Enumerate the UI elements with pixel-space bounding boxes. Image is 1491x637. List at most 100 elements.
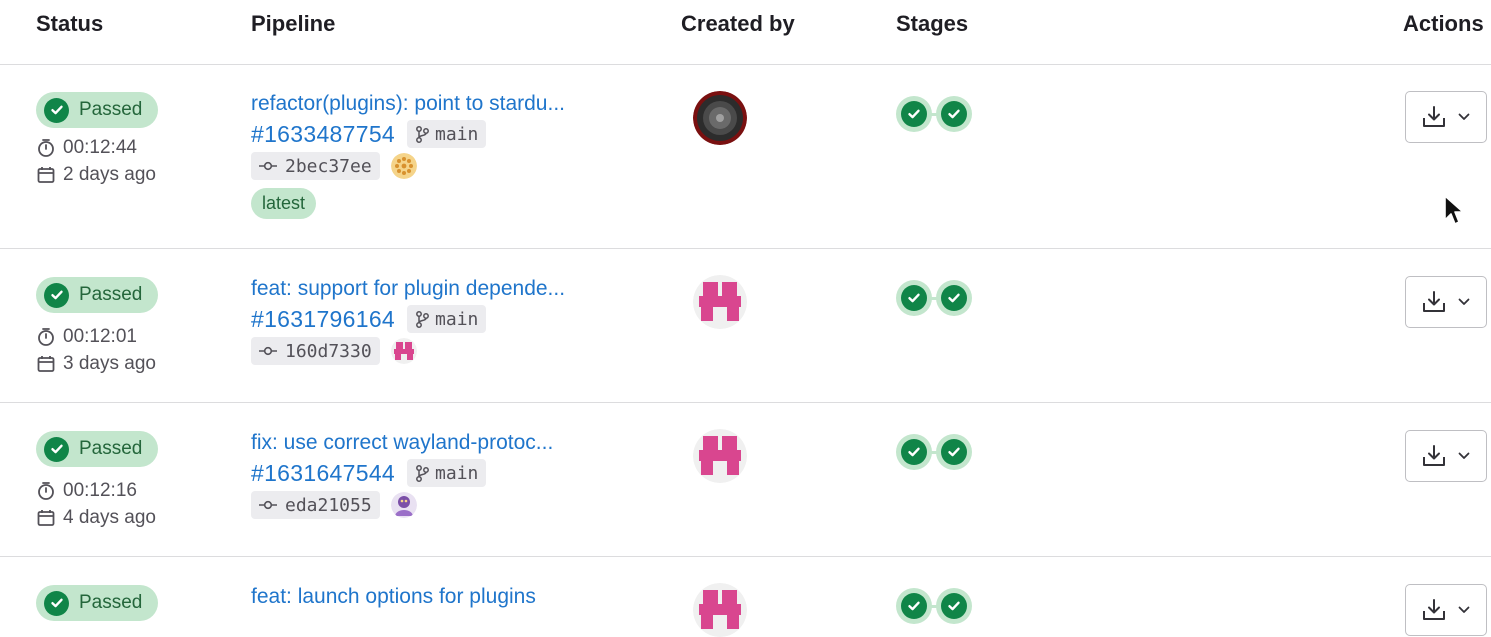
branch-ref[interactable]: main xyxy=(407,305,487,333)
finished-time: 3 days ago xyxy=(36,353,158,374)
check-circle-icon xyxy=(44,590,69,616)
calendar-icon xyxy=(36,354,58,374)
duration: 00:12:16 xyxy=(36,480,158,501)
branch-ref[interactable]: main xyxy=(407,120,487,148)
status-cell: Passed 00:12:44 2 days ago xyxy=(36,92,159,185)
calendar-icon xyxy=(36,508,58,528)
stage-passed-icon[interactable] xyxy=(896,434,932,470)
stage-passed-icon[interactable] xyxy=(936,434,972,470)
commit-icon xyxy=(259,499,277,511)
pink-identicon-avatar-icon[interactable] xyxy=(693,583,747,637)
duration-text: 00:12:16 xyxy=(63,480,137,501)
stage-passed-icon[interactable] xyxy=(896,96,932,132)
duration: 00:12:01 xyxy=(36,326,158,347)
duration: 00:12:44 xyxy=(36,137,158,158)
commit-icon xyxy=(259,160,277,172)
download-artifacts-button[interactable] xyxy=(1405,91,1487,143)
pipeline-id-link[interactable]: #1631796164 xyxy=(251,306,395,333)
header-stages: Stages xyxy=(896,11,969,36)
stage-passed-icon[interactable] xyxy=(936,96,972,132)
header-actions: Actions xyxy=(1403,11,1484,36)
commit-title-link[interactable]: feat: support for plugin depende... xyxy=(251,277,565,301)
commit-sha[interactable]: 160d7330 xyxy=(251,337,380,365)
download-artifacts-button[interactable] xyxy=(1405,430,1487,482)
stage-passed-icon[interactable] xyxy=(896,280,932,316)
branch-icon xyxy=(415,125,429,143)
actions-cell xyxy=(1405,276,1487,328)
commit-sha-text: eda21055 xyxy=(285,494,372,516)
purple-character-avatar-icon[interactable] xyxy=(390,492,417,518)
actions-cell xyxy=(1405,91,1487,143)
stage-passed-icon[interactable] xyxy=(936,280,972,316)
latest-badge[interactable]: latest xyxy=(251,188,317,219)
download-icon xyxy=(1422,106,1446,128)
chevron-down-icon xyxy=(1458,606,1470,614)
download-icon xyxy=(1422,291,1446,313)
status-label: Passed xyxy=(79,99,143,120)
pink-identicon-avatar-icon[interactable] xyxy=(390,338,417,364)
actions-cell xyxy=(1405,430,1487,482)
created-by-cell xyxy=(693,275,747,329)
commit-sha-text: 2bec37ee xyxy=(285,155,372,177)
check-circle-icon xyxy=(44,97,69,123)
status-badge[interactable]: Passed xyxy=(36,92,159,128)
branch-name: main xyxy=(435,308,479,330)
status-badge[interactable]: Passed xyxy=(36,277,159,313)
pipeline-cell: feat: support for plugin depende... #163… xyxy=(251,277,565,365)
header-created-by: Created by xyxy=(681,11,795,36)
stages-cell xyxy=(896,588,972,624)
status-badge[interactable]: Passed xyxy=(36,585,159,621)
dark-disc-avatar-icon[interactable] xyxy=(693,91,747,145)
mouse-cursor-icon xyxy=(1443,194,1465,233)
download-artifacts-button[interactable] xyxy=(1405,276,1487,328)
status-cell: Passed 00:12:16 4 days ago xyxy=(36,431,159,528)
duration-text: 00:12:01 xyxy=(63,326,137,347)
commit-title-link[interactable]: feat: launch options for plugins xyxy=(251,585,536,609)
pink-identicon-avatar-icon[interactable] xyxy=(693,275,747,329)
commit-sha[interactable]: 2bec37ee xyxy=(251,152,380,180)
finished-time: 4 days ago xyxy=(36,507,158,528)
pipeline-cell: refactor(plugins): point to stardu... #1… xyxy=(251,92,565,219)
status-label: Passed xyxy=(79,284,143,305)
finished-text: 3 days ago xyxy=(63,353,156,374)
commit-title-link[interactable]: fix: use correct wayland-protoc... xyxy=(251,431,553,455)
header-pipeline: Pipeline xyxy=(251,11,336,36)
branch-ref[interactable]: main xyxy=(407,459,487,487)
branch-name: main xyxy=(435,462,479,484)
orange-pattern-avatar-icon[interactable] xyxy=(390,153,417,179)
status-badge[interactable]: Passed xyxy=(36,431,159,467)
pink-identicon-avatar-icon[interactable] xyxy=(693,429,747,483)
stage-passed-icon[interactable] xyxy=(896,588,932,624)
commit-sha[interactable]: eda21055 xyxy=(251,491,380,519)
check-circle-icon xyxy=(44,282,69,308)
header-status: Status xyxy=(36,11,104,36)
download-icon xyxy=(1422,445,1446,467)
duration-text: 00:12:44 xyxy=(63,137,137,158)
table-header: Status Pipeline Created by Stages Action… xyxy=(0,0,1491,65)
commit-sha-text: 160d7330 xyxy=(285,340,372,362)
finished-text: 4 days ago xyxy=(63,507,156,528)
timer-icon xyxy=(36,481,58,501)
pipeline-cell: fix: use correct wayland-protoc... #1631… xyxy=(251,431,553,519)
branch-icon xyxy=(415,310,429,328)
table-row: Passed feat: launch options for plugins xyxy=(0,557,1491,637)
pipeline-cell: feat: launch options for plugins xyxy=(251,585,536,609)
stages-cell xyxy=(896,280,972,316)
status-label: Passed xyxy=(79,592,143,613)
branch-name: main xyxy=(435,123,479,145)
pipeline-id-link[interactable]: #1633487754 xyxy=(251,121,395,148)
created-by-cell xyxy=(693,429,747,483)
stage-passed-icon[interactable] xyxy=(936,588,972,624)
timer-icon xyxy=(36,138,58,158)
created-by-cell xyxy=(693,91,747,145)
commit-icon xyxy=(259,345,277,357)
stages-cell xyxy=(896,96,972,132)
pipeline-id-link[interactable]: #1631647544 xyxy=(251,460,395,487)
created-by-cell xyxy=(693,583,747,637)
finished-text: 2 days ago xyxy=(63,164,156,185)
download-artifacts-button[interactable] xyxy=(1405,584,1487,636)
commit-title-link[interactable]: refactor(plugins): point to stardu... xyxy=(251,92,565,116)
calendar-icon xyxy=(36,165,58,185)
actions-cell xyxy=(1405,584,1487,636)
stages-cell xyxy=(896,434,972,470)
